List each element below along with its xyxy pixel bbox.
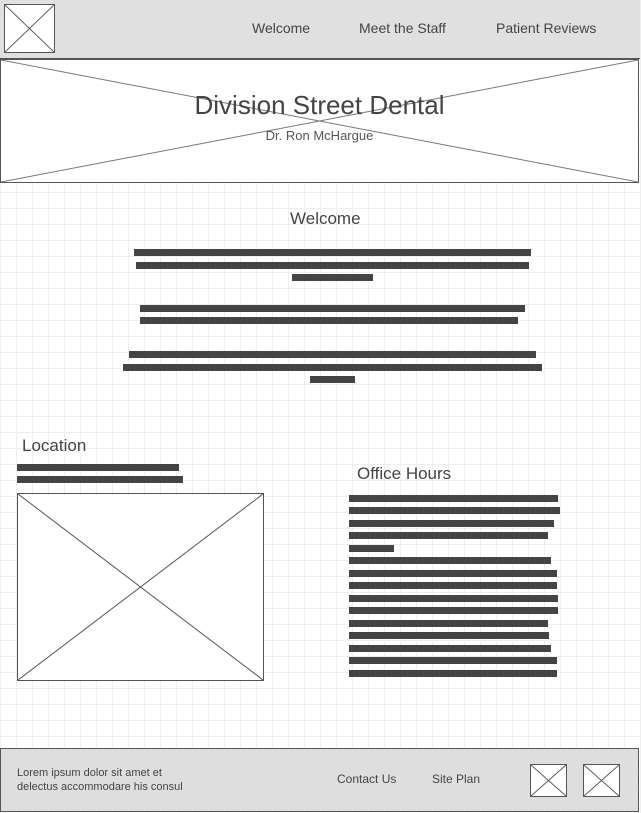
footer-link-contact-us[interactable]: Contact Us	[337, 772, 396, 786]
text-line	[349, 532, 548, 539]
nav-link-meet-the-staff[interactable]: Meet the Staff	[359, 20, 446, 36]
footer-social-icon-1[interactable]	[530, 764, 567, 797]
text-line	[136, 262, 529, 269]
text-line	[17, 464, 179, 471]
text-line	[349, 507, 560, 514]
banner-placeholder-icon	[1, 60, 638, 182]
text-line	[349, 595, 558, 602]
logo-image-placeholder[interactable]	[4, 4, 55, 53]
office-hours-heading: Office Hours	[357, 464, 452, 483]
text-line	[129, 351, 536, 358]
text-line	[349, 495, 558, 502]
text-line	[349, 545, 394, 552]
text-line	[349, 557, 551, 564]
text-line	[349, 620, 548, 627]
image-placeholder-icon	[5, 5, 54, 52]
footer-text: Lorem ipsum dolor sit amet et delectus a…	[17, 766, 183, 794]
text-line	[292, 274, 373, 281]
nav-link-patient-reviews[interactable]: Patient Reviews	[496, 20, 596, 36]
welcome-heading: Welcome	[290, 209, 361, 228]
hero-title: Division Street Dental	[194, 90, 445, 120]
text-line	[349, 632, 549, 639]
image-placeholder-icon	[531, 765, 566, 796]
text-line	[140, 305, 525, 312]
text-line	[349, 645, 551, 652]
footer-link-site-plan[interactable]: Site Plan	[432, 772, 480, 786]
image-placeholder-icon	[18, 494, 263, 680]
location-map-placeholder[interactable]	[17, 493, 264, 681]
image-placeholder-icon	[584, 765, 619, 796]
text-line	[349, 657, 557, 664]
text-line	[349, 670, 557, 677]
text-line	[349, 582, 557, 589]
footer-social-icon-2[interactable]	[583, 764, 620, 797]
text-line	[349, 520, 554, 527]
text-line	[17, 476, 183, 483]
text-line	[140, 317, 518, 324]
text-line	[123, 364, 542, 371]
text-line	[349, 570, 557, 577]
hero-banner: Division Street Dental Dr. Ron McHargue	[0, 59, 639, 183]
nav-link-welcome[interactable]: Welcome	[252, 20, 310, 36]
text-line	[134, 249, 531, 256]
hero-subtitle: Dr. Ron McHargue	[265, 128, 374, 143]
footer-text-line-2: delectus accommodare his consul	[17, 781, 183, 793]
footer-text-line-1: Lorem ipsum dolor sit amet et	[17, 767, 162, 779]
text-line	[310, 376, 355, 383]
text-line	[349, 607, 558, 614]
location-heading: Location	[22, 436, 87, 455]
